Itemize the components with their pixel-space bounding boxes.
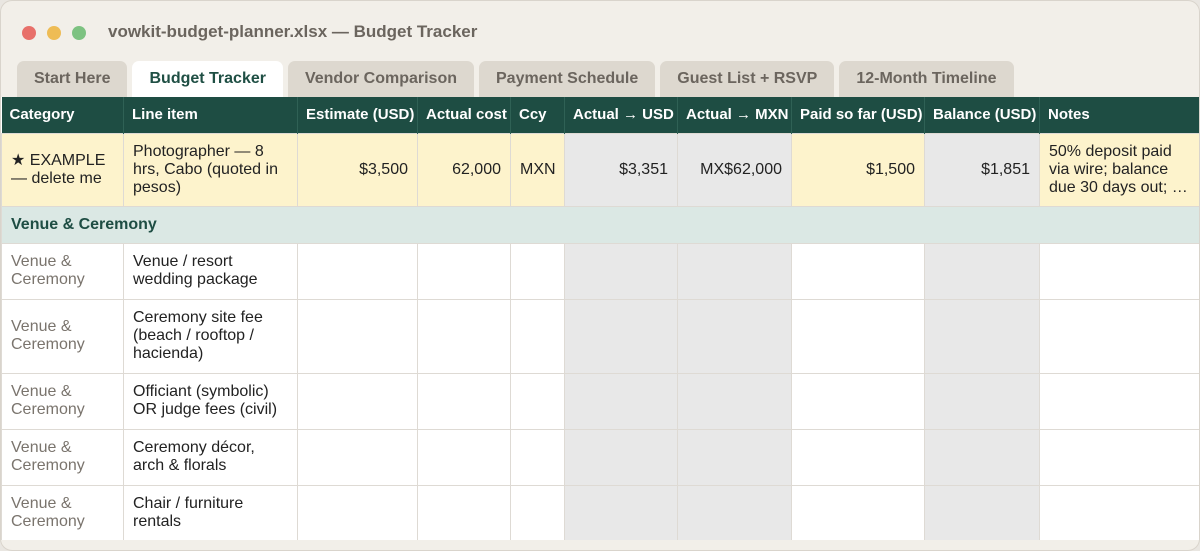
cell-balance[interactable] (924, 242, 1040, 300)
column-header-line-item[interactable]: Line item (123, 97, 298, 133)
cell-line-item[interactable]: Ceremony site fee (beach / rooftop / hac… (123, 298, 298, 374)
app-window: vowkit-budget-planner.xlsx — Budget Trac… (0, 0, 1200, 551)
cell-actual-mxn[interactable]: MX$62,000 (677, 132, 792, 207)
cell-actual-cost[interactable] (417, 428, 511, 486)
cell-actual-mxn[interactable] (677, 484, 792, 540)
cell-actual-cost[interactable] (417, 242, 511, 300)
cell-actual-cost[interactable] (417, 298, 511, 374)
close-window-button[interactable] (22, 26, 36, 40)
cell-actual-mxn[interactable] (677, 242, 792, 300)
cell-estimate[interactable] (297, 298, 418, 374)
cell-ccy[interactable] (510, 372, 565, 430)
cell-actual-cost[interactable]: 62,000 (417, 132, 511, 207)
column-header-notes[interactable]: Notes (1039, 97, 1199, 133)
example-row: ★ EXAMPLE — delete me Photographer — 8 h… (1, 132, 1199, 207)
section-label[interactable]: Venue & Ceremony (1, 205, 1199, 244)
cell-actual-mxn[interactable] (677, 298, 792, 374)
cell-line-item[interactable]: Chair / furniture rentals (123, 484, 298, 540)
tab-budget-tracker[interactable]: Budget Tracker (132, 61, 283, 97)
table-row: Venue & Ceremony Chair / furniture renta… (1, 484, 1199, 540)
cell-actual-usd[interactable] (564, 372, 678, 430)
tab-start-here[interactable]: Start Here (17, 61, 128, 97)
cell-actual-usd[interactable]: $3,351 (564, 132, 678, 207)
column-header-actual-usd[interactable]: Actual → USD (564, 97, 678, 133)
column-header-actual-cost[interactable]: Actual cost (417, 97, 511, 133)
column-header-balance[interactable]: Balance (USD) (924, 97, 1040, 133)
budget-table: Category Line item Estimate (USD) Actual… (1, 97, 1199, 540)
window-title: vowkit-budget-planner.xlsx — Budget Trac… (108, 22, 478, 41)
tab-guest-list-rsvp[interactable]: Guest List + RSVP (660, 61, 835, 97)
cell-paid-so-far[interactable] (791, 298, 925, 374)
table-row: Venue & Ceremony Ceremony décor, arch & … (1, 428, 1199, 486)
cell-notes[interactable] (1039, 484, 1199, 540)
cell-line-item[interactable]: Photographer — 8 hrs, Cabo (quoted in pe… (123, 132, 298, 207)
cell-actual-cost[interactable] (417, 484, 511, 540)
cell-estimate[interactable] (297, 428, 418, 486)
cell-balance[interactable] (924, 484, 1040, 540)
spreadsheet-grid: Category Line item Estimate (USD) Actual… (1, 97, 1199, 540)
cell-paid-so-far[interactable] (791, 242, 925, 300)
tab-12-month-timeline[interactable]: 12-Month Timeline (839, 61, 1014, 97)
cell-notes[interactable] (1039, 242, 1199, 300)
cell-ccy[interactable] (510, 484, 565, 540)
cell-notes[interactable]: 50% deposit paid via wire; balance due 3… (1039, 132, 1199, 207)
cell-line-item[interactable]: Venue / resort wedding package (123, 242, 298, 300)
cell-actual-mxn[interactable] (677, 372, 792, 430)
column-header-paid-so-far[interactable]: Paid so far (USD) (791, 97, 925, 133)
title-bar: vowkit-budget-planner.xlsx — Budget Trac… (0, 0, 1200, 60)
cell-ccy[interactable]: MXN (510, 132, 565, 207)
cell-estimate[interactable] (297, 242, 418, 300)
cell-notes[interactable] (1039, 298, 1199, 374)
tab-vendor-comparison[interactable]: Vendor Comparison (287, 61, 474, 97)
cell-paid-so-far[interactable] (791, 428, 925, 486)
cell-category[interactable]: Venue & Ceremony (1, 298, 124, 374)
cell-balance[interactable] (924, 372, 1040, 430)
cell-balance[interactable] (924, 298, 1040, 374)
column-header-estimate[interactable]: Estimate (USD) (297, 97, 418, 133)
cell-category[interactable]: Venue & Ceremony (1, 372, 124, 430)
cell-ccy[interactable] (510, 298, 565, 374)
column-header-ccy[interactable]: Ccy (510, 97, 565, 133)
table-row: Venue & Ceremony Ceremony site fee (beac… (1, 298, 1199, 374)
column-header-category[interactable]: Category (1, 97, 124, 133)
cell-estimate[interactable]: $3,500 (297, 132, 418, 207)
cell-line-item[interactable]: Officiant (symbolic) OR judge fees (civi… (123, 372, 298, 430)
cell-balance[interactable] (924, 428, 1040, 486)
cell-actual-cost[interactable] (417, 372, 511, 430)
cell-actual-usd[interactable] (564, 428, 678, 486)
cell-actual-usd[interactable] (564, 242, 678, 300)
cell-estimate[interactable] (297, 372, 418, 430)
tab-payment-schedule[interactable]: Payment Schedule (479, 61, 656, 97)
table-row: Venue & Ceremony Officiant (symbolic) OR… (1, 372, 1199, 430)
header-row: Category Line item Estimate (USD) Actual… (1, 97, 1199, 133)
cell-category[interactable]: Venue & Ceremony (1, 428, 124, 486)
cell-paid-so-far[interactable] (791, 484, 925, 540)
cell-category[interactable]: Venue & Ceremony (1, 484, 124, 540)
cell-line-item[interactable]: Ceremony décor, arch & florals (123, 428, 298, 486)
cell-ccy[interactable] (510, 242, 565, 300)
cell-category[interactable]: Venue & Ceremony (1, 242, 124, 300)
section-header-row: Venue & Ceremony (1, 205, 1199, 244)
cell-category[interactable]: ★ EXAMPLE — delete me (1, 132, 124, 207)
cell-actual-usd[interactable] (564, 484, 678, 540)
zoom-window-button[interactable] (72, 26, 86, 40)
cell-actual-usd[interactable] (564, 298, 678, 374)
cell-notes[interactable] (1039, 428, 1199, 486)
table-row: Venue & Ceremony Venue / resort wedding … (1, 242, 1199, 300)
cell-ccy[interactable] (510, 428, 565, 486)
cell-paid-so-far[interactable]: $1,500 (791, 132, 925, 207)
cell-balance[interactable]: $1,851 (924, 132, 1040, 207)
sheet-tabs: Start Here Budget Tracker Vendor Compari… (17, 61, 1014, 97)
minimize-window-button[interactable] (47, 26, 61, 40)
cell-notes[interactable] (1039, 372, 1199, 430)
cell-estimate[interactable] (297, 484, 418, 540)
cell-actual-mxn[interactable] (677, 428, 792, 486)
cell-paid-so-far[interactable] (791, 372, 925, 430)
column-header-actual-mxn[interactable]: Actual → MXN (677, 97, 792, 133)
